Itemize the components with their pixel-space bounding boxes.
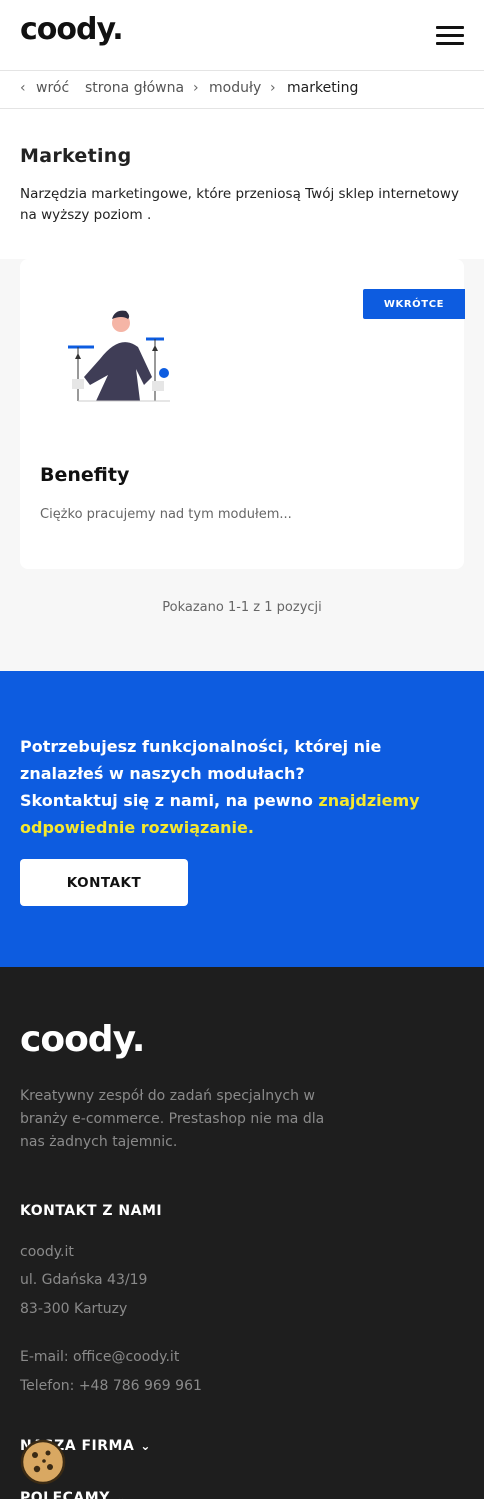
- footer-city: 83-300 Kartuzy: [20, 1301, 128, 1317]
- contact-button[interactable]: KONTAKT: [20, 859, 188, 906]
- footer-section-label: POLECAMY: [20, 1490, 110, 1499]
- breadcrumb-back-link[interactable]: wróć: [36, 80, 69, 96]
- breadcrumb-modules-link[interactable]: moduły: [209, 80, 261, 96]
- site-header: coody.: [0, 0, 484, 71]
- page-title: Marketing: [20, 145, 132, 167]
- cta-contact-line: Skontaktuj się z nami, na pewno: [20, 791, 319, 810]
- module-description: Ciężko pracujemy nad tym modułem...: [40, 507, 292, 522]
- breadcrumb: ‹ wróć strona główna › moduły › marketin…: [0, 71, 484, 109]
- module-illustration: [60, 289, 186, 415]
- category-intro: Marketing Narzędzia marketingowe, które …: [0, 109, 484, 259]
- module-title[interactable]: Benefity: [40, 464, 129, 486]
- chevron-right-icon: ›: [193, 80, 199, 96]
- chevron-down-icon: ⌄: [115, 1491, 127, 1499]
- footer-logo[interactable]: coody.: [20, 1019, 145, 1060]
- contact-cta: Potrzebujesz funkcjonalności, której nie…: [0, 671, 484, 967]
- module-card[interactable]: WKRÓTCE Benefity Ciężko pracujemy nad ty…: [20, 259, 465, 569]
- footer-description: Kreatywny zespół do zadań specjalnych w …: [20, 1088, 325, 1150]
- breadcrumb-home-link[interactable]: strona główna: [85, 80, 184, 96]
- hamburger-icon[interactable]: [436, 26, 464, 46]
- footer-street: ul. Gdańska 43/19: [20, 1272, 148, 1288]
- footer-email[interactable]: E-mail: office@coody.it: [20, 1349, 179, 1365]
- pagination-summary: Pokazano 1-1 z 1 pozycji: [162, 600, 322, 615]
- cookie-icon[interactable]: [20, 1439, 66, 1485]
- cta-question: Potrzebujesz funkcjonalności, której nie…: [20, 737, 382, 783]
- chevron-down-icon: ⌄: [140, 1439, 151, 1453]
- footer-contact-heading: KONTAKT Z NAMI: [20, 1203, 163, 1219]
- cta-text: Potrzebujesz funkcjonalności, której nie…: [20, 733, 460, 841]
- chevron-left-icon: ‹: [20, 80, 26, 96]
- footer-section-toggle-recommend[interactable]: POLECAMY ⌄: [20, 1490, 126, 1499]
- category-description: Narzędzia marketingowe, które przeniosą …: [20, 186, 459, 223]
- breadcrumb-current: marketing: [287, 80, 359, 96]
- site-footer: coody. Kreatywny zespół do zadań specjal…: [0, 967, 484, 1499]
- chevron-right-icon: ›: [270, 80, 276, 96]
- footer-phone[interactable]: Telefon: +48 786 969 961: [20, 1378, 202, 1394]
- footer-company: coody.it: [20, 1244, 74, 1260]
- logo[interactable]: coody.: [20, 12, 124, 47]
- status-badge: WKRÓTCE: [363, 289, 465, 319]
